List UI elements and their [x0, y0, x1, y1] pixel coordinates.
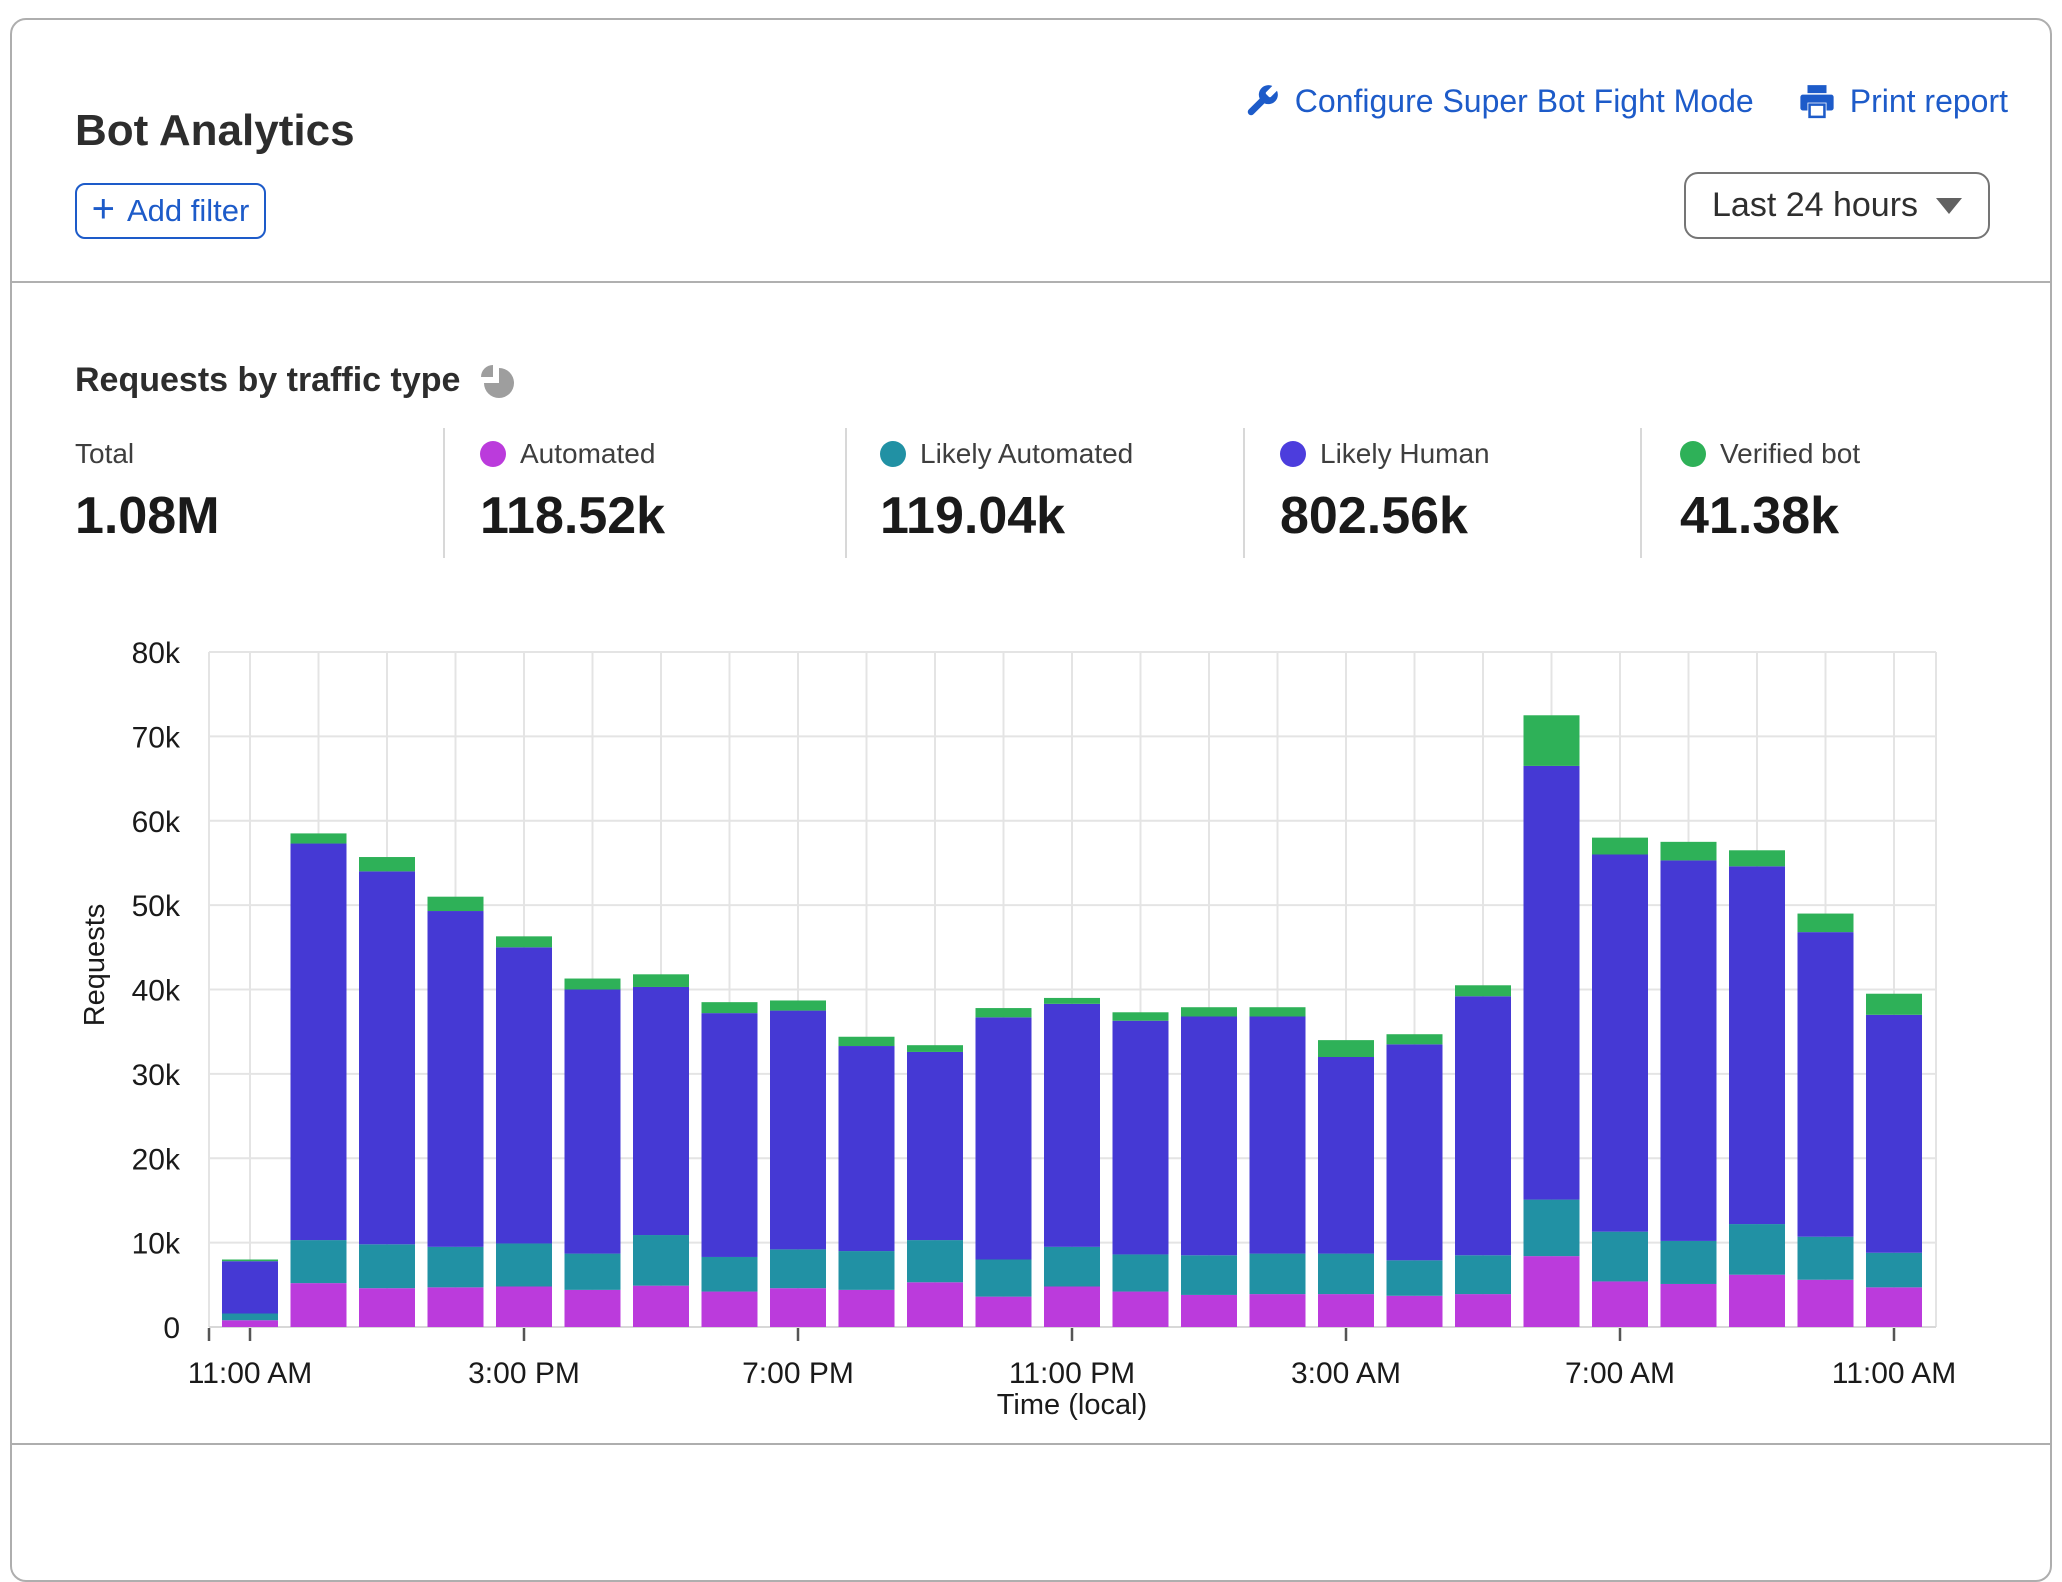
stat-automated-value: 118.52k	[480, 486, 665, 546]
verified-bot-legend-dot	[1680, 441, 1706, 467]
stat-automated: Automated 118.52k	[480, 438, 665, 546]
configure-super-bot-fight-mode-link[interactable]: Configure Super Bot Fight Mode	[1243, 82, 1754, 120]
likely-automated-legend-dot	[880, 441, 906, 467]
time-range-value: Last 24 hours	[1712, 186, 1918, 225]
pie-chart-icon	[478, 360, 518, 400]
svg-text:50k: 50k	[132, 890, 181, 923]
stat-divider	[443, 428, 445, 558]
wrench-icon	[1243, 82, 1281, 120]
svg-text:11:00 PM: 11:00 PM	[1009, 1357, 1135, 1390]
section-title: Requests by traffic type	[75, 361, 460, 400]
svg-text:11:00 AM: 11:00 AM	[1832, 1357, 1957, 1390]
stat-likely-human: Likely Human 802.56k	[1280, 438, 1490, 546]
svg-text:80k: 80k	[132, 637, 181, 670]
svg-text:3:00 PM: 3:00 PM	[468, 1357, 580, 1390]
stat-verified-bot-label: Verified bot	[1720, 438, 1860, 470]
print-report-link[interactable]: Print report	[1798, 82, 2008, 120]
print-link-label: Print report	[1850, 83, 2008, 120]
section-bottom-divider	[12, 1443, 2050, 1445]
stat-likely-human-label: Likely Human	[1320, 438, 1490, 470]
header-divider	[12, 281, 2050, 283]
add-filter-label: Add filter	[127, 193, 249, 229]
svg-text:7:00 PM: 7:00 PM	[742, 1357, 854, 1390]
svg-text:Time (local): Time (local)	[997, 1389, 1147, 1421]
stat-total-label: Total	[75, 438, 134, 470]
stat-likely-automated-label: Likely Automated	[920, 438, 1133, 470]
stat-likely-automated-value: 119.04k	[880, 486, 1133, 546]
stat-likely-human-value: 802.56k	[1280, 486, 1490, 546]
header-links: Configure Super Bot Fight Mode Print rep…	[1243, 82, 2008, 120]
svg-text:10k: 10k	[132, 1228, 181, 1261]
svg-text:Requests: Requests	[79, 904, 111, 1027]
stat-divider	[845, 428, 847, 558]
likely-human-legend-dot	[1280, 441, 1306, 467]
page-title: Bot Analytics	[75, 105, 355, 157]
stat-divider	[1243, 428, 1245, 558]
svg-text:0: 0	[163, 1312, 180, 1345]
stat-automated-label: Automated	[520, 438, 655, 470]
chevron-down-icon	[1936, 198, 1962, 214]
svg-text:40k: 40k	[132, 975, 181, 1008]
svg-text:20k: 20k	[132, 1143, 181, 1176]
requests-by-traffic-type-chart[interactable]: 0 10k 20k 30k 40k 50k 60k 70k 80k 11:00 AM 3:00 PM…	[12, 560, 2052, 1450]
section-heading: Requests by traffic type	[75, 360, 518, 400]
bot-analytics-card: Bot Analytics Configure Super Bot Fight …	[10, 18, 2052, 1582]
svg-text:70k: 70k	[132, 721, 181, 754]
printer-icon	[1798, 82, 1836, 120]
stat-likely-automated: Likely Automated 119.04k	[880, 438, 1133, 546]
svg-text:7:00 AM: 7:00 AM	[1565, 1357, 1675, 1390]
stat-verified-bot-value: 41.38k	[1680, 486, 1860, 546]
configure-link-label: Configure Super Bot Fight Mode	[1295, 83, 1754, 120]
svg-text:3:00 AM: 3:00 AM	[1291, 1357, 1401, 1390]
plus-icon: +	[92, 194, 115, 225]
svg-text:30k: 30k	[132, 1059, 181, 1092]
add-filter-button[interactable]: + Add filter	[75, 183, 266, 239]
stat-divider	[1640, 428, 1642, 558]
stat-verified-bot: Verified bot 41.38k	[1680, 438, 1860, 546]
stat-total-value: 1.08M	[75, 486, 220, 546]
time-range-select[interactable]: Last 24 hours	[1684, 172, 1990, 239]
svg-text:60k: 60k	[132, 806, 181, 839]
svg-text:11:00 AM: 11:00 AM	[188, 1357, 313, 1390]
stat-total: Total 1.08M	[75, 438, 220, 546]
automated-legend-dot	[480, 441, 506, 467]
